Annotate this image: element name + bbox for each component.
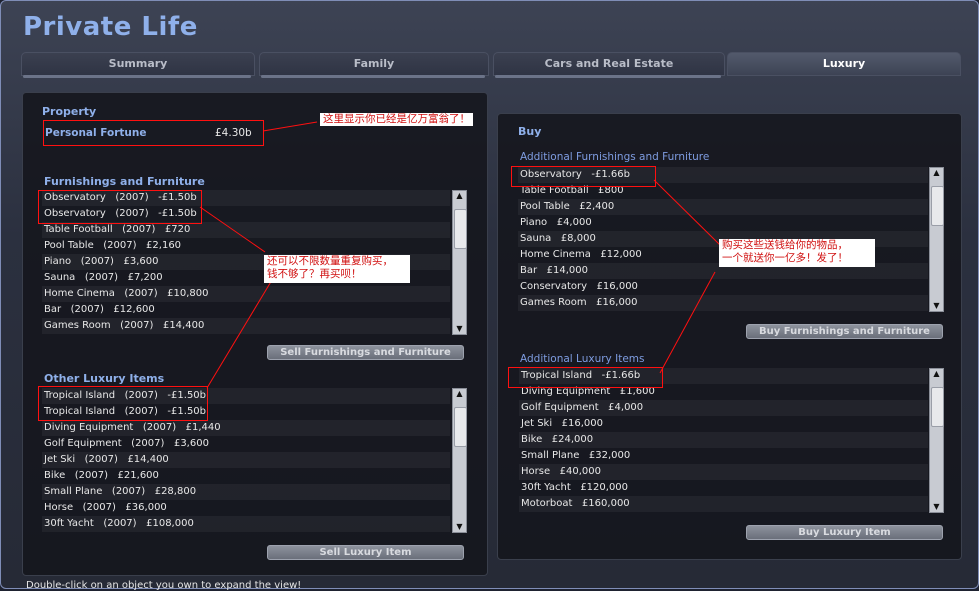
annotation-lines <box>199 121 721 389</box>
annotation-line: 购买这些送钱给你的物品， <box>722 239 848 251</box>
annotation-line: 还可以不限数量重复购买， <box>267 255 393 267</box>
repeat-buy-annotation: 还可以不限数量重复购买， 钱不够了？再买呗！ <box>264 255 410 283</box>
buy-annotation: 购买这些送钱给你的物品， 一个就送你一亿多！发了！ <box>719 239 875 267</box>
observatory-highlight-box <box>38 190 202 224</box>
buy-tropical-island-highlight-box <box>508 367 663 388</box>
fortune-annotation: 这里显示你已经是亿万富翁了！ <box>320 113 473 126</box>
tropical-island-highlight-box <box>38 386 208 421</box>
annotation-line: 一个就送你一亿多！发了！ <box>722 252 848 264</box>
annotation-line: 钱不够了？再买呗！ <box>267 268 362 280</box>
fortune-highlight-box <box>43 120 264 146</box>
buy-observatory-highlight-box <box>511 166 656 187</box>
